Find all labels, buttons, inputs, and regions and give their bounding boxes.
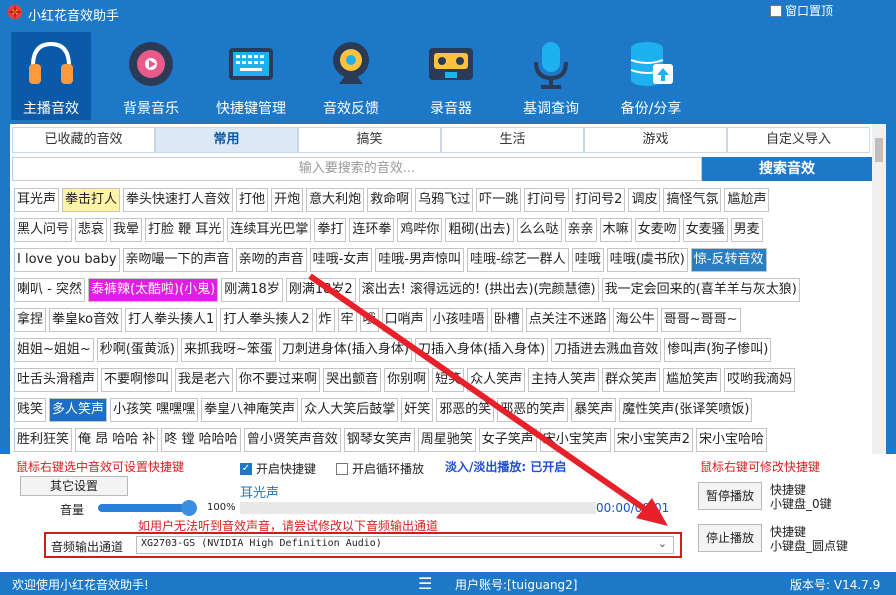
annotation-arrow <box>308 273 668 526</box>
arrow-shaft <box>308 273 654 517</box>
welcome-text: 欢迎使用小红花音效助手! <box>12 578 149 592</box>
menu-icon[interactable]: ☰ <box>418 574 432 593</box>
arrow-head <box>636 498 668 526</box>
account-text: 用户账号:[tuiguang2] <box>455 578 578 592</box>
status-bar: 欢迎使用小红花音效助手! ☰ 用户账号:[tuiguang2] 版本号: V14… <box>0 572 896 595</box>
version-text: 版本号: V14.7.9 <box>790 578 881 592</box>
